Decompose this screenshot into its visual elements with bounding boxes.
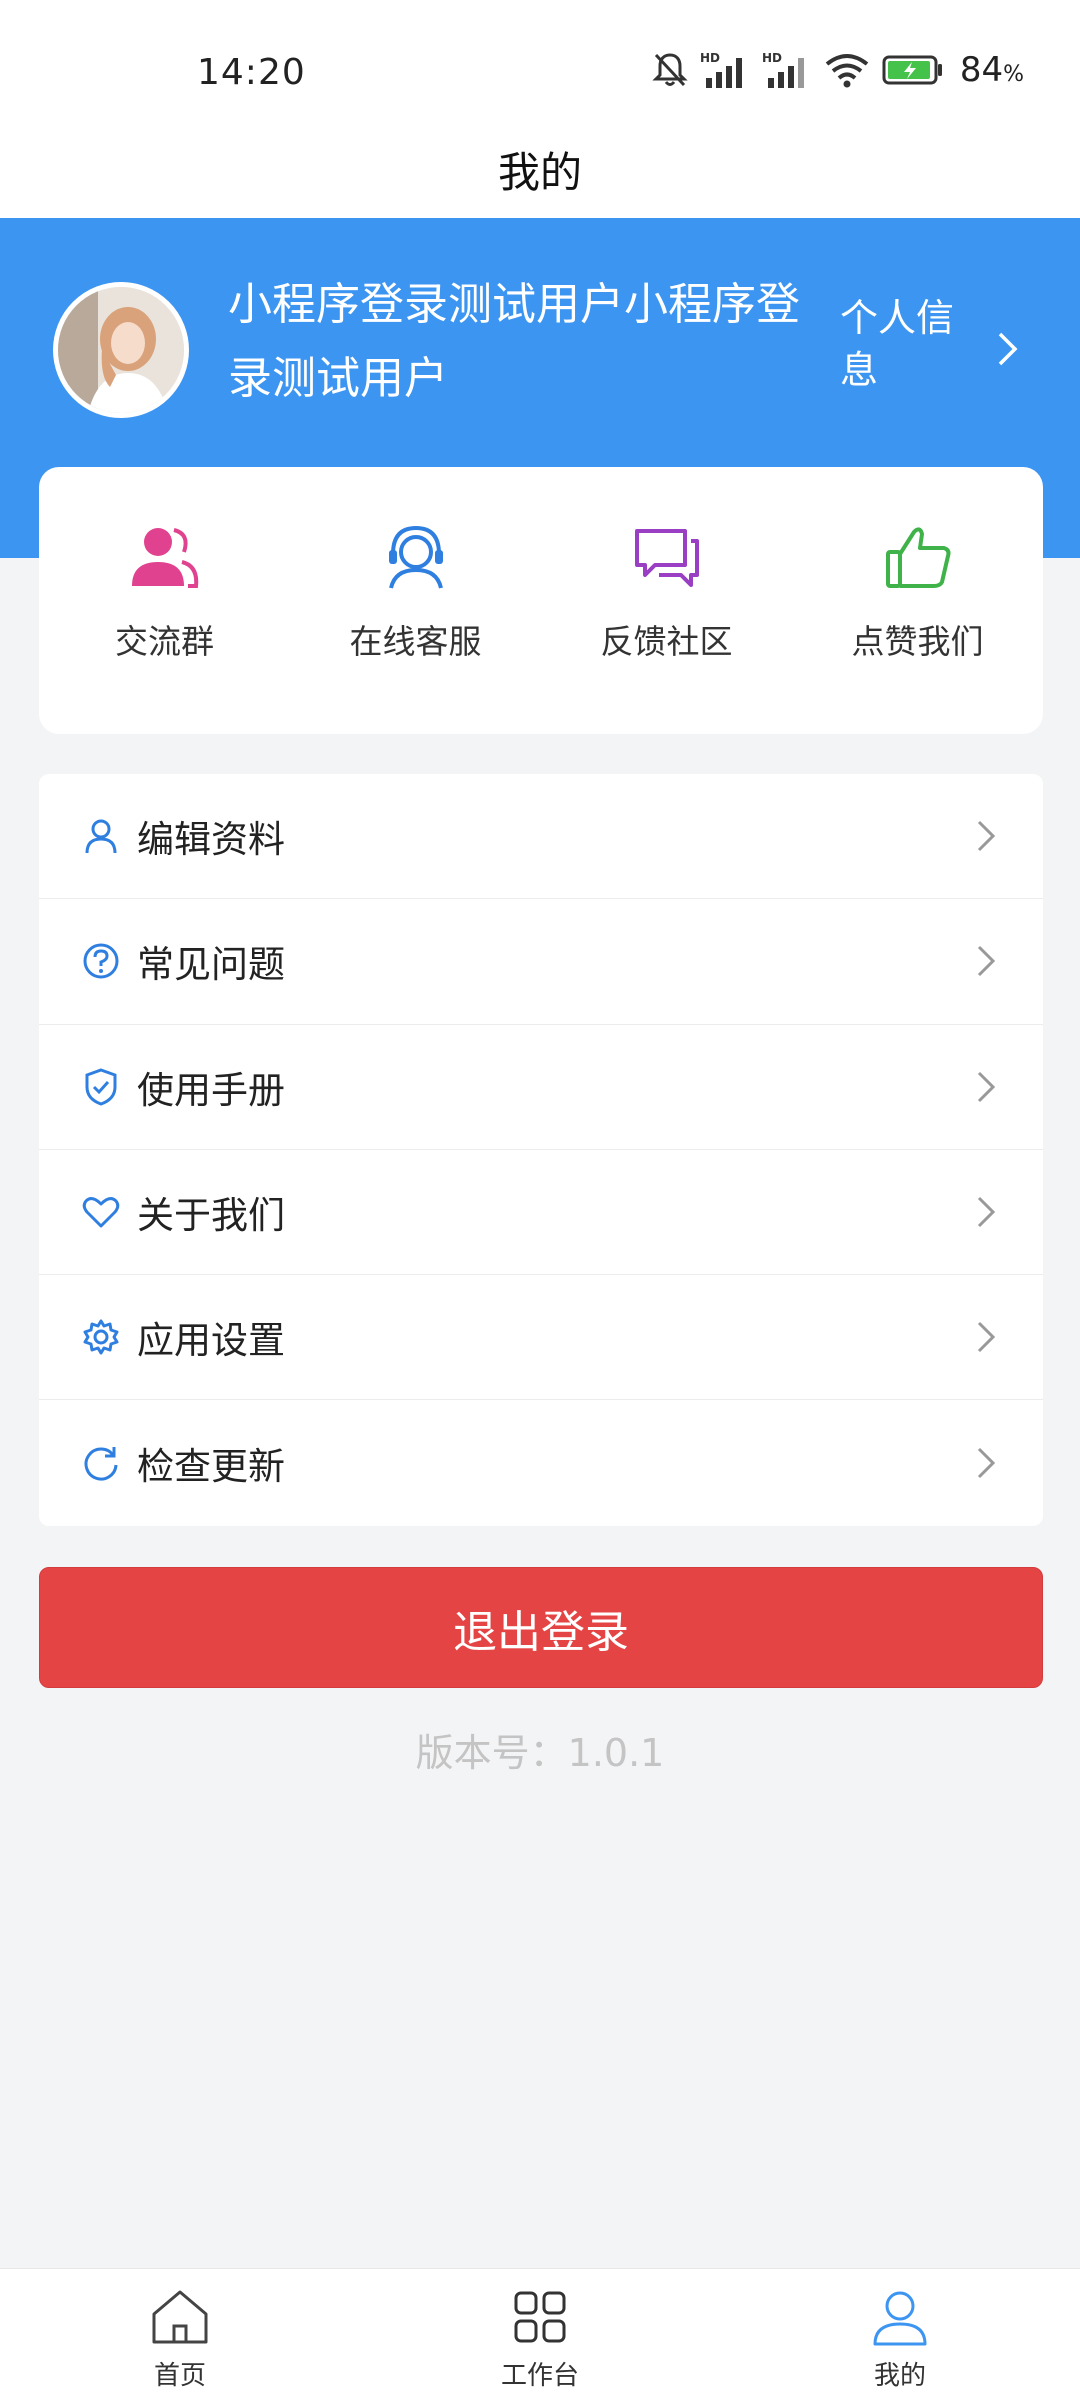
tab-label: 首页 bbox=[153, 2361, 206, 2391]
menu-item-about-us[interactable]: 关于我们 bbox=[39, 1150, 1043, 1276]
quick-action-feedback[interactable]: 反馈社区 bbox=[541, 467, 792, 734]
signal-hd-2-icon: HD bbox=[762, 51, 804, 88]
menu-list: 编辑资料 常见问题 使用手册 关于我们 应用设置 检查更新 bbox=[39, 774, 1043, 1526]
menu-item-app-settings[interactable]: 应用设置 bbox=[39, 1275, 1043, 1401]
chevron-right-icon bbox=[977, 1071, 996, 1102]
tab-label: 工作台 bbox=[500, 2361, 579, 2391]
headset-icon bbox=[378, 519, 454, 595]
battery-icon bbox=[882, 55, 942, 85]
menu-item-user-manual[interactable]: 使用手册 bbox=[39, 1025, 1043, 1150]
menu-item-label: 使用手册 bbox=[137, 1068, 285, 1112]
battery-percentage: 84% bbox=[959, 50, 1024, 90]
user-icon bbox=[81, 816, 121, 856]
personal-info-link[interactable]: 个人信息 bbox=[840, 292, 970, 396]
menu-item-label: 关于我们 bbox=[137, 1194, 285, 1238]
chevron-right-icon bbox=[977, 1322, 996, 1353]
chevron-right-icon bbox=[977, 821, 996, 852]
menu-item-check-update[interactable]: 检查更新 bbox=[39, 1400, 1043, 1525]
menu-item-faq[interactable]: 常见问题 bbox=[39, 899, 1043, 1025]
status-time: 14:20 bbox=[197, 52, 306, 93]
chevron-right-icon[interactable] bbox=[996, 330, 1020, 368]
grid-icon bbox=[508, 2285, 572, 2349]
page-title: 我的 bbox=[497, 147, 582, 197]
svg-text:HD: HD bbox=[762, 51, 782, 65]
menu-item-edit-profile[interactable]: 编辑资料 bbox=[39, 774, 1043, 900]
quick-action-label: 在线客服 bbox=[349, 622, 482, 661]
chat-bubbles-icon bbox=[629, 519, 705, 595]
menu-item-label: 检查更新 bbox=[137, 1445, 285, 1489]
quick-action-label: 反馈社区 bbox=[600, 622, 733, 661]
quick-action-group-chat[interactable]: 交流群 bbox=[39, 467, 290, 734]
menu-item-label: 编辑资料 bbox=[137, 818, 285, 862]
wifi-icon bbox=[825, 54, 869, 88]
quick-actions-card: 交流群 在线客服 反馈社区 点赞我们 bbox=[39, 467, 1043, 734]
username: 小程序登录测试用户小程序登录测试用户 bbox=[228, 279, 800, 404]
user-icon bbox=[868, 2285, 932, 2349]
tab-label: 我的 bbox=[873, 2361, 926, 2391]
refresh-icon bbox=[81, 1443, 121, 1483]
tab-home[interactable]: 首页 bbox=[0, 2269, 360, 2400]
status-bar: 14:20 HD HD 84% bbox=[0, 0, 1080, 120]
quick-action-label: 交流群 bbox=[115, 622, 214, 661]
chevron-right-icon bbox=[977, 1196, 996, 1228]
quick-action-like-us[interactable]: 点赞我们 bbox=[792, 467, 1043, 734]
thumbs-up-icon bbox=[880, 519, 956, 595]
chevron-right-icon bbox=[977, 1448, 996, 1479]
home-icon bbox=[148, 2285, 212, 2349]
gear-icon bbox=[81, 1317, 121, 1357]
quick-action-online-service[interactable]: 在线客服 bbox=[290, 467, 541, 734]
version-label: 版本号：1.0.1 bbox=[415, 1731, 665, 1775]
status-icons: HD HD 84% bbox=[652, 48, 1024, 92]
quick-action-label: 点赞我们 bbox=[851, 622, 984, 661]
users-icon bbox=[127, 519, 203, 595]
bottom-tab-bar: 首页 工作台 我的 bbox=[0, 2268, 1080, 2400]
avatar[interactable] bbox=[53, 282, 189, 418]
bell-muted-icon bbox=[652, 53, 688, 87]
svg-text:HD: HD bbox=[700, 51, 720, 65]
menu-item-label: 常见问题 bbox=[137, 943, 285, 987]
question-icon bbox=[81, 941, 121, 981]
shield-icon bbox=[81, 1067, 121, 1107]
menu-item-label: 应用设置 bbox=[137, 1319, 285, 1363]
nav-bar: 我的 bbox=[0, 120, 1080, 218]
tab-mine[interactable]: 我的 bbox=[720, 2269, 1080, 2400]
chevron-right-icon bbox=[977, 946, 996, 977]
tab-workbench[interactable]: 工作台 bbox=[360, 2269, 720, 2400]
logout-button[interactable]: 退出登录 bbox=[39, 1567, 1043, 1688]
heart-icon bbox=[81, 1192, 121, 1232]
signal-hd-icon: HD bbox=[700, 51, 742, 88]
